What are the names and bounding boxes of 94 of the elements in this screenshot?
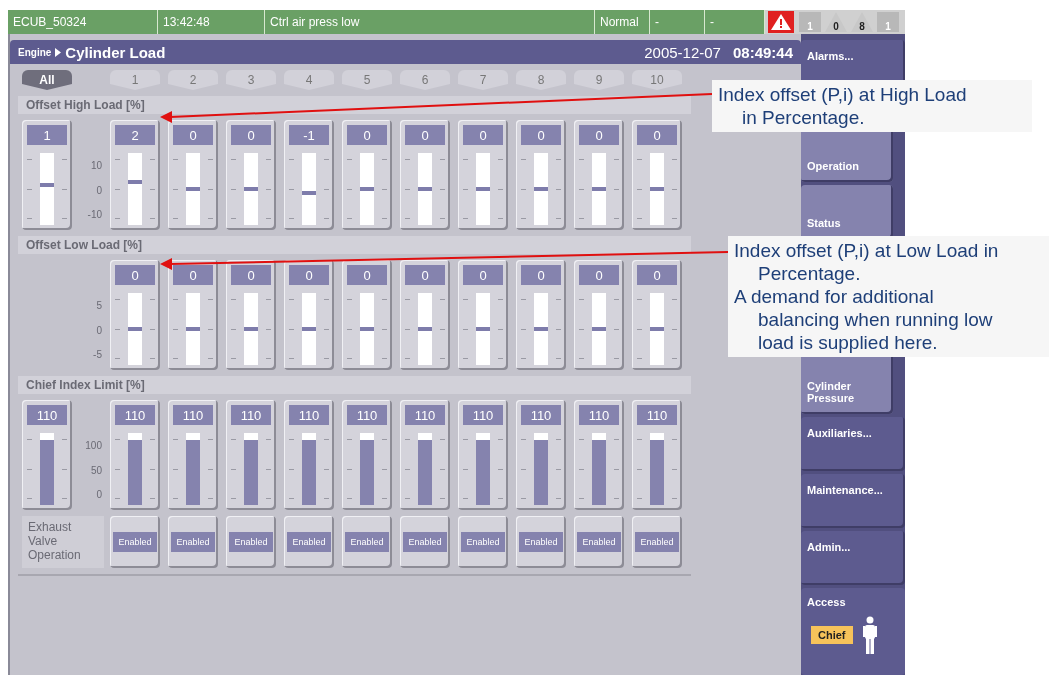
- warning-icon: [768, 11, 794, 33]
- gauge-value: 1: [27, 125, 67, 145]
- alarm-counter: 1: [799, 12, 821, 32]
- cylinder-tab[interactable]: 8: [516, 70, 566, 90]
- gauge-value: 0: [521, 265, 561, 285]
- gauge-value: 0: [347, 265, 387, 285]
- scale-label: 50: [90, 464, 102, 476]
- gauge-value: 0: [463, 125, 503, 145]
- person-icon: [862, 616, 877, 654]
- gauge-value: 0: [521, 125, 561, 145]
- scale-label: 100: [85, 440, 102, 451]
- scale-label: 0: [96, 184, 102, 196]
- callout-text: A demand for additional: [734, 285, 935, 308]
- gauge-value: 110: [347, 405, 387, 425]
- gauge-value: 2: [115, 125, 155, 145]
- gauge-value: 0: [579, 265, 619, 285]
- alarm-counter: 0: [825, 12, 847, 32]
- gauge-value: 0: [579, 125, 619, 145]
- gauge-value: -1: [289, 125, 329, 145]
- status-field: -: [650, 10, 705, 34]
- gauge-value: 110: [463, 405, 503, 425]
- enabled-button[interactable]: Enabled: [461, 532, 505, 552]
- enabled-button[interactable]: Enabled: [287, 532, 331, 552]
- access-level: Chief: [811, 626, 853, 644]
- row-label: Exhaust Valve Operation: [22, 516, 104, 568]
- access-label: Access: [807, 596, 847, 608]
- scale-label: -10: [87, 209, 102, 220]
- cylinder-tab[interactable]: 9: [574, 70, 624, 90]
- callout-text: Percentage.: [757, 262, 862, 285]
- menu-button[interactable]: Auxiliaries...: [801, 417, 905, 471]
- enabled-button[interactable]: Enabled: [113, 532, 157, 552]
- gauge-value: 0: [637, 265, 677, 285]
- scale-label: -5: [93, 349, 102, 360]
- section-title: Offset Low Load [%]: [18, 236, 691, 254]
- enabled-button[interactable]: Enabled: [519, 532, 563, 552]
- cylinder-tab[interactable]: 10: [632, 70, 682, 90]
- cylinder-tab[interactable]: All: [22, 70, 72, 90]
- gauge-value: 0: [173, 125, 213, 145]
- gauge-value: 110: [27, 405, 67, 425]
- date-text: 2005-12-07: [644, 43, 721, 61]
- gauge-value: 0: [289, 265, 329, 285]
- gauge-value: 0: [347, 125, 387, 145]
- callout-text: balancing when running low: [757, 308, 994, 331]
- gauge-value: 0: [405, 125, 445, 145]
- status-field: Ctrl air press low: [265, 10, 595, 34]
- enabled-button[interactable]: Enabled: [345, 532, 389, 552]
- callout-text: Index offset (P,i) at Low Load in: [734, 239, 1000, 262]
- scale-label: 5: [96, 300, 102, 311]
- callout-text: load is supplied here.: [757, 331, 939, 354]
- status-field: ECUB_50324: [8, 10, 158, 34]
- alarm-counter: 8: [851, 12, 873, 32]
- gauge-value: 110: [289, 405, 329, 425]
- cylinder-tab[interactable]: 1: [110, 70, 160, 90]
- gauge-value: 110: [115, 405, 155, 425]
- scale-label: 0: [96, 489, 102, 500]
- gauge-value: 0: [115, 265, 155, 285]
- cylinder-tab[interactable]: 3: [226, 70, 276, 90]
- scale-label: 0: [96, 324, 102, 336]
- cylinder-tab[interactable]: 4: [284, 70, 334, 90]
- cylinder-tab[interactable]: 2: [168, 70, 218, 90]
- enabled-button[interactable]: Enabled: [171, 532, 215, 552]
- enabled-button[interactable]: Enabled: [577, 532, 621, 552]
- cylinder-tab[interactable]: 6: [400, 70, 450, 90]
- gauge-value: 110: [173, 405, 213, 425]
- enabled-button[interactable]: Enabled: [635, 532, 679, 552]
- enabled-button[interactable]: Enabled: [403, 532, 447, 552]
- gauge-value: 110: [637, 405, 677, 425]
- section-title: Chief Index Limit [%]: [18, 376, 691, 394]
- time-text: 08:49:44: [732, 43, 793, 61]
- menu-button[interactable]: Admin...: [801, 531, 905, 585]
- gauge-value: 110: [521, 405, 561, 425]
- gauge-value: 0: [637, 125, 677, 145]
- gauge-value: 0: [173, 265, 213, 285]
- page-title: Cylinder Load: [65, 43, 167, 61]
- status-field: 13:42:48: [158, 10, 265, 34]
- gauge-value: 0: [405, 265, 445, 285]
- cylinder-tab[interactable]: 7: [458, 70, 508, 90]
- gauge-value: 110: [231, 405, 271, 425]
- cylinder-tab[interactable]: 5: [342, 70, 392, 90]
- section-title: Offset High Load [%]: [18, 96, 691, 114]
- enabled-button[interactable]: Enabled: [229, 532, 273, 552]
- menu-button[interactable]: Status: [801, 185, 893, 239]
- alarm-counter: 1: [877, 12, 899, 32]
- gauge-value: 0: [231, 125, 271, 145]
- triangle-icon: [55, 47, 62, 57]
- status-field: -: [705, 10, 765, 34]
- status-field: Normal: [595, 10, 650, 34]
- gauge-value: 110: [405, 405, 445, 425]
- gauge-value: 0: [231, 265, 271, 285]
- scale-label: 10: [90, 160, 102, 171]
- breadcrumb: Engine: [18, 46, 52, 58]
- gauge-value: 0: [463, 265, 503, 285]
- menu-button[interactable]: Maintenance...: [801, 474, 905, 528]
- gauge-value: 110: [579, 405, 619, 425]
